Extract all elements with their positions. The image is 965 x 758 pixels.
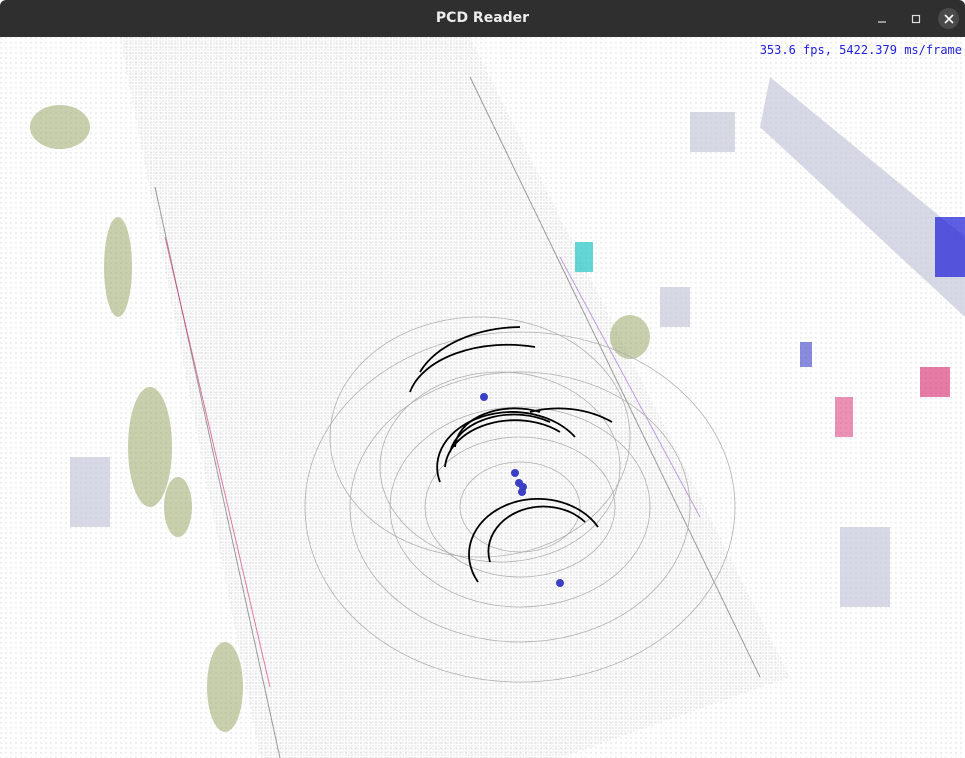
- close-button[interactable]: [938, 8, 959, 29]
- maximize-button[interactable]: [905, 8, 926, 29]
- marker-point: [480, 393, 488, 401]
- marker-point: [511, 469, 519, 477]
- title-bar: PCD Reader: [0, 0, 965, 37]
- marker-point: [518, 488, 526, 496]
- fps-readout: 353.6 fps, 5422.379 ms/frame: [759, 43, 962, 57]
- marker-point: [556, 579, 564, 587]
- point-cloud-canvas[interactable]: [0, 37, 965, 758]
- minimize-button[interactable]: [871, 8, 892, 29]
- close-icon: [943, 13, 954, 24]
- maximize-icon: [911, 14, 921, 24]
- point-cloud-viewport[interactable]: 353.6 fps, 5422.379 ms/frame: [0, 37, 965, 758]
- window-title: PCD Reader: [435, 10, 530, 26]
- minimize-icon: [877, 14, 887, 24]
